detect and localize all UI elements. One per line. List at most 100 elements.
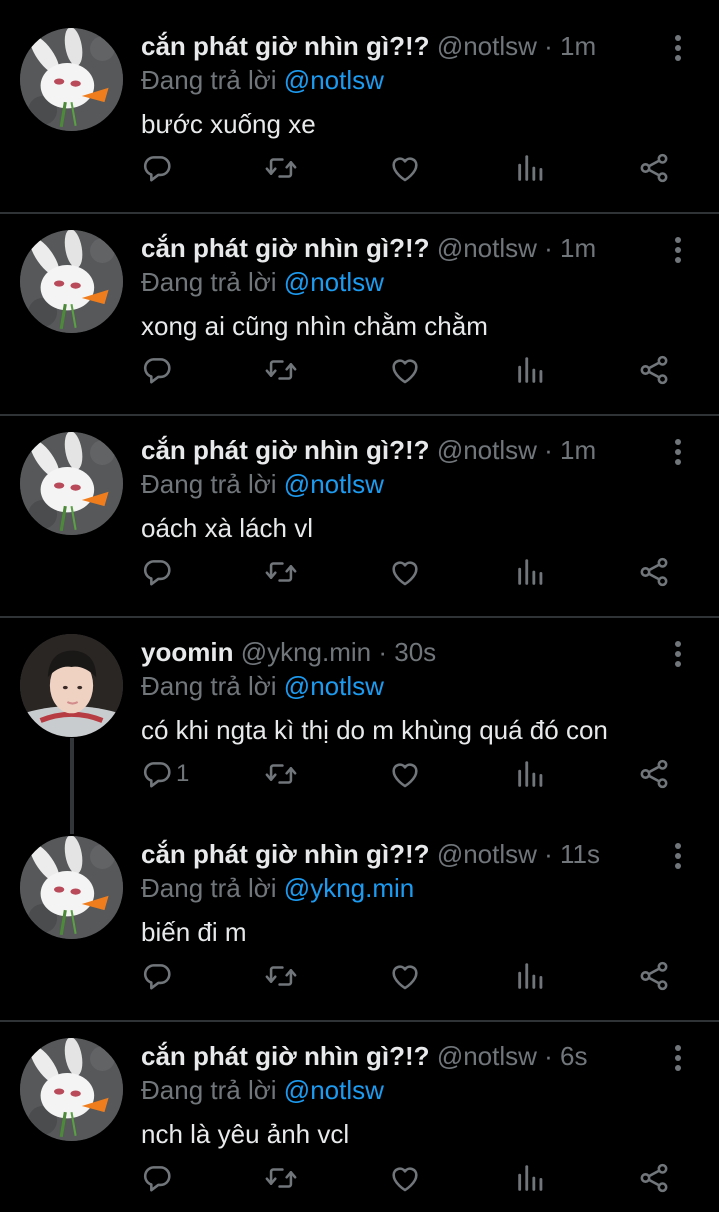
tweet-header: cắn phát giờ nhìn gì?!? @notlsw · 11s — [141, 838, 659, 870]
replying-to-mention[interactable]: @notlsw — [284, 267, 384, 297]
stats-button[interactable] — [514, 554, 548, 590]
avatar[interactable] — [20, 1038, 123, 1141]
heart-icon — [388, 353, 422, 387]
like-button[interactable] — [388, 1160, 422, 1196]
tweet-timestamp[interactable]: 11s — [560, 839, 600, 869]
like-button[interactable] — [388, 756, 422, 792]
tweet[interactable]: yoomin @ykng.min · 30s Đang trả lời @notl… — [0, 606, 719, 808]
user-handle[interactable]: @notlsw — [437, 1041, 537, 1071]
avatar[interactable] — [20, 432, 123, 535]
dot-separator: · — [536, 435, 561, 465]
like-button[interactable] — [388, 554, 422, 590]
user-handle[interactable]: @notlsw — [437, 31, 537, 61]
retweet-icon — [264, 353, 298, 387]
tweet[interactable]: cắn phát giờ nhìn gì?!? @notlsw · 1m Đang… — [0, 404, 719, 606]
display-name[interactable]: cắn phát giờ nhìn gì?!? — [141, 233, 430, 263]
retweet-button[interactable] — [264, 554, 298, 590]
avatar[interactable] — [20, 836, 123, 939]
tweet[interactable]: cắn phát giờ nhìn gì?!? @notlsw · 1m Đang… — [0, 202, 719, 404]
tweet-header: cắn phát giờ nhìn gì?!? @notlsw · 1m — [141, 232, 659, 264]
tweet[interactable]: cắn phát giờ nhìn gì?!? @notlsw · 11s Đan… — [0, 808, 719, 1010]
more-vertical-icon[interactable] — [666, 234, 690, 266]
avatar[interactable] — [20, 28, 123, 131]
replying-to: Đang trả lời @notlsw — [141, 64, 384, 96]
display-name[interactable]: cắn phát giờ nhìn gì?!? — [141, 31, 430, 61]
share-button[interactable] — [637, 352, 671, 388]
stats-button[interactable] — [514, 1160, 548, 1196]
replying-to-label: Đang trả lời — [141, 267, 277, 297]
retweet-icon — [264, 757, 298, 791]
stats-button[interactable] — [514, 150, 548, 186]
tweet-header: cắn phát giờ nhìn gì?!? @notlsw · 1m — [141, 30, 659, 62]
tweet-timestamp[interactable]: 1m — [560, 233, 596, 263]
like-button[interactable] — [388, 352, 422, 388]
tweet-timestamp[interactable]: 6s — [560, 1041, 587, 1071]
tweet[interactable]: cắn phát giờ nhìn gì?!? @notlsw · 1m Đang… — [0, 0, 719, 202]
share-button[interactable] — [637, 150, 671, 186]
replying-to-label: Đang trả lời — [141, 469, 277, 499]
like-button[interactable] — [388, 958, 422, 994]
dot-separator: · — [536, 31, 561, 61]
heart-icon — [388, 757, 422, 791]
tweet-actions — [0, 554, 719, 594]
reply-count: 1 — [176, 760, 190, 787]
replying-to-mention[interactable]: @ykng.min — [284, 873, 414, 903]
more-vertical-icon[interactable] — [666, 1042, 690, 1074]
retweet-button[interactable] — [264, 150, 298, 186]
tweet-timestamp[interactable]: 30s — [394, 637, 436, 667]
tweet-text: xong ai cũng nhìn chằm chằm — [141, 311, 488, 341]
reply-button[interactable] — [140, 352, 176, 388]
share-button[interactable] — [637, 958, 671, 994]
replying-to-mention[interactable]: @notlsw — [284, 1075, 384, 1105]
dot-separator: · — [536, 839, 561, 869]
stats-icon — [514, 959, 548, 993]
more-vertical-icon[interactable] — [666, 638, 690, 670]
tweet-actions — [0, 1160, 719, 1200]
retweet-icon — [264, 555, 298, 589]
tweet[interactable]: cắn phát giờ nhìn gì?!? @notlsw · 6s Đang… — [0, 1010, 719, 1212]
retweet-button[interactable] — [264, 958, 298, 994]
heart-icon — [388, 555, 422, 589]
more-vertical-icon[interactable] — [666, 436, 690, 468]
display-name[interactable]: cắn phát giờ nhìn gì?!? — [141, 839, 430, 869]
tweet-feed: cắn phát giờ nhìn gì?!? @notlsw · 1m Đang… — [0, 0, 719, 1193]
reply-icon — [140, 959, 174, 993]
user-handle[interactable]: @notlsw — [437, 839, 537, 869]
stats-icon — [514, 151, 548, 185]
reply-button[interactable] — [140, 1160, 176, 1196]
retweet-button[interactable] — [264, 756, 298, 792]
tweet-timestamp[interactable]: 1m — [560, 435, 596, 465]
more-vertical-icon[interactable] — [666, 32, 690, 64]
user-handle[interactable]: @notlsw — [437, 233, 537, 263]
stats-button[interactable] — [514, 352, 548, 388]
display-name[interactable]: cắn phát giờ nhìn gì?!? — [141, 1041, 430, 1071]
retweet-icon — [264, 151, 298, 185]
reply-button[interactable] — [140, 150, 176, 186]
reply-button[interactable] — [140, 554, 176, 590]
avatar[interactable] — [20, 230, 123, 333]
share-button[interactable] — [637, 554, 671, 590]
more-vertical-icon[interactable] — [666, 840, 690, 872]
like-button[interactable] — [388, 150, 422, 186]
replying-to-mention[interactable]: @notlsw — [284, 469, 384, 499]
reply-button[interactable] — [140, 958, 176, 994]
share-button[interactable] — [637, 756, 671, 792]
retweet-button[interactable] — [264, 352, 298, 388]
tweet-timestamp[interactable]: 1m — [560, 31, 596, 61]
replying-to-mention[interactable]: @notlsw — [284, 671, 384, 701]
stats-icon — [514, 555, 548, 589]
user-handle[interactable]: @ykng.min — [241, 637, 371, 667]
retweet-button[interactable] — [264, 1160, 298, 1196]
share-button[interactable] — [637, 1160, 671, 1196]
replying-to-label: Đang trả lời — [141, 873, 277, 903]
display-name[interactable]: cắn phát giờ nhìn gì?!? — [141, 435, 430, 465]
display-name[interactable]: yoomin — [141, 637, 233, 667]
user-handle[interactable]: @notlsw — [437, 435, 537, 465]
replying-to-mention[interactable]: @notlsw — [284, 65, 384, 95]
stats-button[interactable] — [514, 756, 548, 792]
share-icon — [637, 555, 671, 589]
stats-button[interactable] — [514, 958, 548, 994]
replying-to-label: Đang trả lời — [141, 65, 277, 95]
avatar[interactable] — [20, 634, 123, 737]
reply-button[interactable]: 1 — [140, 756, 189, 792]
